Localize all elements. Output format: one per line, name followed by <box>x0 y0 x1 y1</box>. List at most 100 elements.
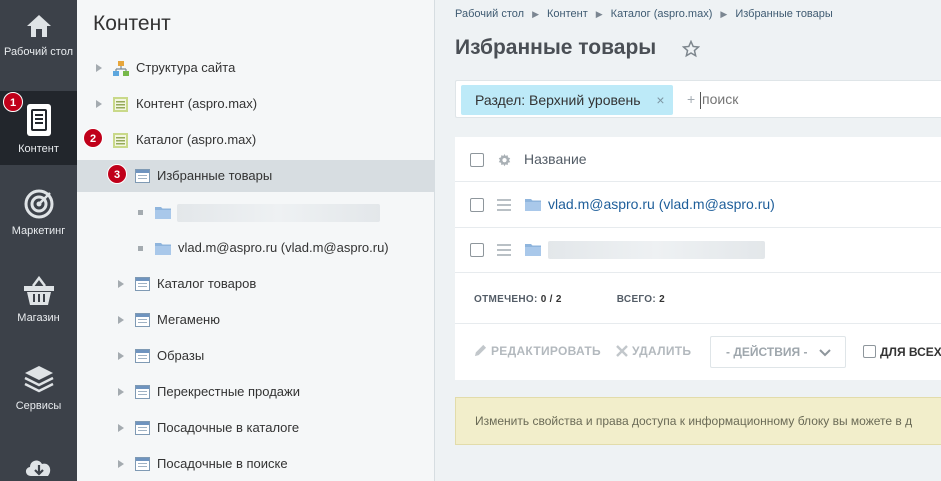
delete-button[interactable]: УДАЛИТЬ <box>616 344 691 358</box>
folder-icon <box>155 207 171 219</box>
tree-item-label: Структура сайта <box>136 60 236 75</box>
drag-handle-icon[interactable] <box>497 244 511 259</box>
close-icon[interactable]: × <box>656 85 664 115</box>
target-icon <box>24 189 53 219</box>
iblock-type-icon <box>113 97 128 112</box>
gear-icon[interactable] <box>498 154 511 167</box>
elements-grid: Название vlad.m@aspro.ru (vlad.m@aspro.r… <box>455 137 941 380</box>
chevron-right-icon: ▶ <box>595 9 603 19</box>
total-count-value: 2 <box>659 294 665 305</box>
table-row[interactable]: vlad.m@aspro.ru (vlad.m@aspro.ru) <box>455 183 941 228</box>
column-header-name[interactable]: Название <box>524 151 587 167</box>
search-input[interactable] <box>702 91 902 107</box>
tree-item-label: Избранные товары <box>157 168 273 183</box>
bullet-icon <box>138 210 143 215</box>
page-title: Избранные товары <box>455 36 657 59</box>
delete-button-label: УДАЛИТЬ <box>632 344 692 358</box>
folder-icon <box>525 199 541 211</box>
rail-item-cloud[interactable] <box>0 448 77 481</box>
row-checkbox[interactable] <box>470 198 484 212</box>
iblock-icon <box>135 277 150 291</box>
expand-arrow-icon[interactable] <box>118 424 124 432</box>
star-icon[interactable] <box>682 40 700 58</box>
breadcrumb-current: Избранные товары <box>735 8 833 20</box>
tree-item-label: Каталог (aspro.max) <box>136 132 257 147</box>
breadcrumb-link[interactable]: Контент <box>547 8 588 20</box>
tree-item-cross-sales[interactable]: Перекрестные продажи <box>77 376 434 408</box>
folder-icon <box>525 244 541 256</box>
tree-title: Контент <box>93 12 171 35</box>
checked-count-value: 0 / 2 <box>540 294 562 305</box>
cloud-download-icon <box>25 460 50 476</box>
row-link[interactable]: vlad.m@aspro.ru (vlad.m@aspro.ru) <box>548 196 775 212</box>
expand-arrow-icon[interactable] <box>118 388 124 396</box>
rail-label: Контент <box>18 143 59 155</box>
chevron-down-icon <box>819 349 831 357</box>
tree-item-site-structure[interactable]: Структура сайта <box>77 52 434 84</box>
drag-handle-icon[interactable] <box>497 199 511 214</box>
bullet-icon <box>138 246 143 251</box>
tree-item-label: Контент (aspro.max) <box>136 96 258 111</box>
tree-item-label: Перекрестные продажи <box>157 384 300 399</box>
tree-item-label: vlad.m@aspro.ru (vlad.m@aspro.ru) <box>178 240 389 255</box>
layers-icon <box>23 366 54 393</box>
tree-item-section-vlad[interactable]: vlad.m@aspro.ru (vlad.m@aspro.ru) <box>77 232 434 264</box>
tree-item-landing-catalog[interactable]: Посадочные в каталоге <box>77 412 434 444</box>
expand-arrow-icon[interactable] <box>118 460 124 468</box>
for-all-checkbox-box[interactable] <box>863 345 876 358</box>
home-icon <box>26 15 51 37</box>
iblock-icon <box>135 385 150 399</box>
expand-arrow-icon[interactable] <box>96 64 102 72</box>
tree-item-favorites[interactable]: Избранные товары <box>77 160 434 192</box>
rail-item-services[interactable]: Сервисы <box>0 350 77 430</box>
actions-select[interactable]: - ДЕЙСТВИЯ - <box>710 336 846 368</box>
rail-label: Магазин <box>17 312 60 324</box>
iblock-icon <box>135 349 150 363</box>
expand-arrow-icon[interactable] <box>96 100 102 108</box>
expand-arrow-icon[interactable] <box>118 316 124 324</box>
pencil-icon <box>474 344 487 357</box>
tree-item-images[interactable]: Образы <box>77 340 434 372</box>
tree-item-label: Каталог товаров <box>157 276 257 291</box>
expand-arrow-icon[interactable] <box>118 352 124 360</box>
rail-item-desktop[interactable]: Рабочий стол <box>0 0 77 88</box>
tree-item-catalog-aspro[interactable]: Каталог (aspro.max) <box>77 124 434 156</box>
filter-chip-label: Раздел: Верхний уровень <box>475 92 641 108</box>
iblock-icon <box>135 457 150 471</box>
edit-button[interactable]: РЕДАКТИРОВАТЬ <box>474 344 601 358</box>
content-tree-panel: Контент Структура сайта Контент (aspro.m… <box>77 0 435 481</box>
step-badge: 2 <box>83 128 103 148</box>
select-all-checkbox[interactable] <box>470 153 484 167</box>
blurred-label <box>177 204 380 222</box>
filter-search-bar[interactable]: Раздел: Верхний уровень × + <box>455 80 941 118</box>
chevron-right-icon: ▶ <box>532 9 539 19</box>
tree-item-products-catalog[interactable]: Каталог товаров <box>77 268 434 300</box>
sitemap-icon <box>113 61 129 76</box>
basket-icon <box>23 276 54 305</box>
breadcrumb-link[interactable]: Рабочий стол <box>455 8 524 20</box>
row-checkbox[interactable] <box>470 243 484 257</box>
filter-chip[interactable]: Раздел: Верхний уровень × <box>461 85 673 115</box>
for-all-label: ДЛЯ ВСЕХ <box>880 345 941 359</box>
tree-item-landing-search[interactable]: Посадочные в поиске <box>77 448 434 480</box>
checked-count-label: ОТМЕЧЕНО: <box>474 294 538 305</box>
step-badge: 1 <box>3 92 23 112</box>
table-row[interactable] <box>455 228 941 273</box>
breadcrumb-link[interactable]: Каталог (aspro.max) <box>611 8 713 20</box>
text-cursor <box>700 92 701 109</box>
info-notice: Изменить свойства и права доступа к инфо… <box>455 397 941 445</box>
edit-button-label: РЕДАКТИРОВАТЬ <box>491 344 601 358</box>
folder-icon <box>155 243 171 255</box>
total-count-label: ВСЕГО: <box>616 294 656 305</box>
rail-item-shop[interactable]: Магазин <box>0 262 77 342</box>
rail-label: Рабочий стол <box>3 46 74 58</box>
rail-item-marketing[interactable]: Маркетинг <box>0 175 77 255</box>
for-all-checkbox[interactable]: ДЛЯ ВСЕХ <box>863 345 941 359</box>
expand-arrow-icon[interactable] <box>118 280 124 288</box>
tree-item-label: Посадочные в каталоге <box>157 420 300 435</box>
tree-item-content-aspro[interactable]: Контент (aspro.max) <box>77 88 434 120</box>
tree-item-megamenu[interactable]: Мегаменю <box>77 304 434 336</box>
tree-item-label: Посадочные в поиске <box>157 456 288 471</box>
tree-item-section-hidden[interactable] <box>77 196 434 228</box>
tree-item-label: Мегаменю <box>157 312 220 327</box>
